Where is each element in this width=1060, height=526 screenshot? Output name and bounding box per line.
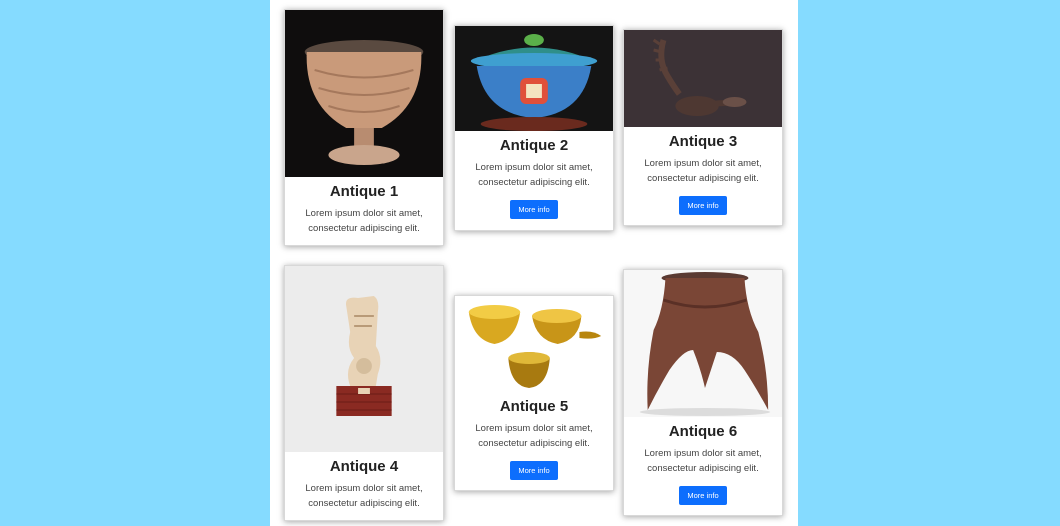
antique-2-more-info-button[interactable]: More info bbox=[510, 200, 558, 219]
antique-4-description: Lorem ipsum dolor sit amet, consectetur … bbox=[305, 483, 423, 509]
antique-3-more-info-button[interactable]: More info bbox=[679, 196, 727, 215]
antique-5-description: Lorem ipsum dolor sit amet, consectetur … bbox=[475, 423, 593, 449]
antique-3-image bbox=[624, 30, 782, 127]
antique-6-title: Antique 6 bbox=[668, 423, 738, 440]
antique-4-title: Antique 4 bbox=[329, 458, 399, 475]
antique-4-image bbox=[285, 266, 443, 452]
antique-5-image bbox=[455, 296, 613, 392]
antique-1-image bbox=[285, 10, 443, 177]
antique-card-5: Antique 5 Lorem ipsum dolor sit amet, co… bbox=[454, 295, 614, 491]
antique-card-4: Antique 4 Lorem ipsum dolor sit amet, co… bbox=[284, 265, 444, 521]
antique-1-title: Antique 1 bbox=[329, 183, 399, 200]
page-content: Antique 1 Lorem ipsum dolor sit amet, co… bbox=[270, 0, 798, 526]
antique-3-description: Lorem ipsum dolor sit amet, consectetur … bbox=[644, 158, 762, 184]
antique-card-2: Antique 2 Lorem ipsum dolor sit amet, co… bbox=[454, 25, 614, 231]
antique-2-image bbox=[455, 26, 613, 131]
antique-1-description: Lorem ipsum dolor sit amet, consectetur … bbox=[305, 208, 423, 234]
antique-5-more-info-button[interactable]: More info bbox=[510, 461, 558, 480]
antique-card-1: Antique 1 Lorem ipsum dolor sit amet, co… bbox=[284, 9, 444, 246]
antique-6-image bbox=[624, 270, 782, 417]
antique-2-title: Antique 2 bbox=[499, 137, 569, 154]
antique-card-3: Antique 3 Lorem ipsum dolor sit amet, co… bbox=[623, 29, 783, 226]
antique-2-description: Lorem ipsum dolor sit amet, consectetur … bbox=[475, 162, 593, 188]
antique-3-title: Antique 3 bbox=[668, 133, 738, 150]
antique-card-6: Antique 6 Lorem ipsum dolor sit amet, co… bbox=[623, 269, 783, 516]
antique-6-description: Lorem ipsum dolor sit amet, consectetur … bbox=[644, 448, 762, 474]
antique-5-title: Antique 5 bbox=[499, 398, 569, 415]
antique-6-more-info-button[interactable]: More info bbox=[679, 486, 727, 505]
